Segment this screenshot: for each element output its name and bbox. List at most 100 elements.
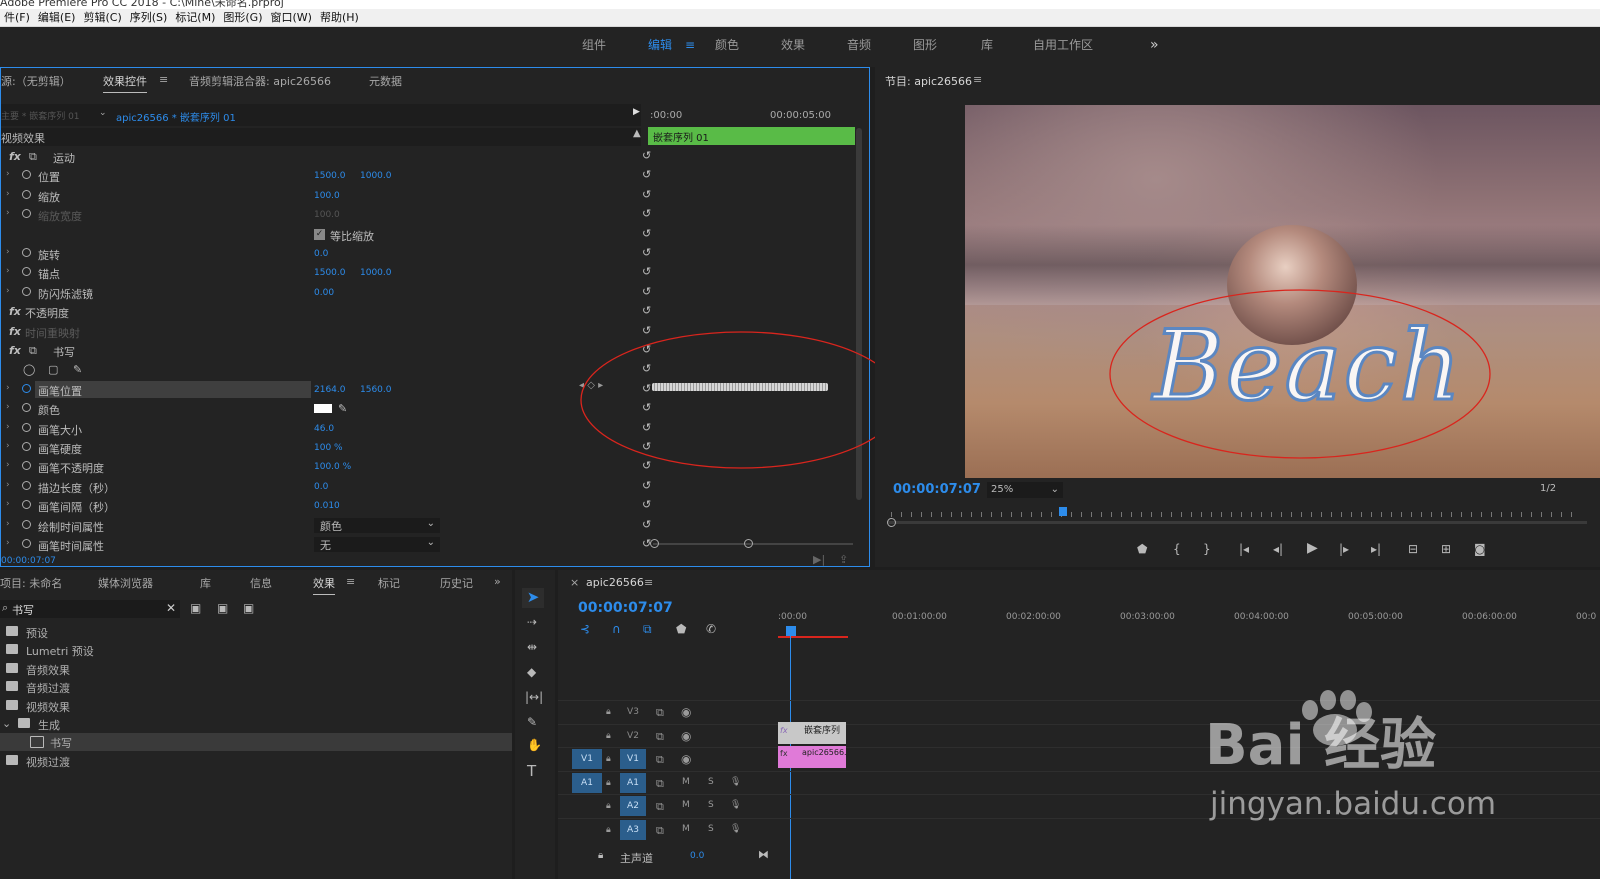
stopwatch-icon[interactable] xyxy=(22,286,31,296)
expand-icon[interactable]: › xyxy=(6,422,10,432)
stopwatch-icon[interactable] xyxy=(22,461,31,471)
effect-row[interactable]: › 画笔时间属性无 ⌄ ↺ xyxy=(1,535,651,555)
sync-lock-icon[interactable]: ⧉ xyxy=(656,730,664,744)
sequence-clip-label[interactable]: apic26566 * 嵌套序列 01 xyxy=(116,109,236,124)
reset-icon[interactable]: ↺ xyxy=(642,265,651,278)
project-tab[interactable]: 标记 xyxy=(378,575,400,591)
track-target-button[interactable]: A3 xyxy=(620,819,646,840)
pen-icon[interactable]: ✎ xyxy=(527,715,537,729)
workspace-tab[interactable]: 图形 xyxy=(913,27,937,63)
mute-button[interactable]: M xyxy=(682,824,690,834)
value-field[interactable]: 100.0 xyxy=(314,191,340,201)
menu-item[interactable]: 标记(M) xyxy=(171,9,219,27)
more-workspaces-icon[interactable]: » xyxy=(1150,27,1159,63)
expand-icon[interactable]: › xyxy=(6,519,10,529)
mic-icon[interactable]: 🎙︎ xyxy=(730,800,741,810)
snap-icon[interactable]: ∩ xyxy=(612,622,621,636)
effects-tree-item[interactable]: ⌄ 生成 xyxy=(0,715,512,733)
sync-lock-icon[interactable]: ⧉ xyxy=(656,753,664,767)
value-field[interactable]: 0.0 xyxy=(314,249,328,259)
lock-icon[interactable]: 🔒︎ xyxy=(606,731,611,741)
value-field[interactable]: 2164.0 xyxy=(314,385,346,395)
project-tab[interactable]: 项目: 未命名 xyxy=(0,575,62,591)
timeline-ruler[interactable]: :00:00 00:01:00:00 00:02:00:00 00:03:00:00 0… xyxy=(778,608,1600,638)
32bit-effects-icon[interactable]: ▣ xyxy=(217,601,228,615)
stopwatch-icon[interactable] xyxy=(22,170,31,180)
hand-icon[interactable]: ✋ xyxy=(527,738,542,752)
menu-item[interactable]: 剪辑(C) xyxy=(79,9,125,27)
clip-image[interactable]: fx apic26566.j xyxy=(778,746,849,768)
expand-icon[interactable]: › xyxy=(6,402,10,412)
eye-icon[interactable]: ◉ xyxy=(681,729,691,743)
workspace-tab[interactable]: 音频 xyxy=(847,27,871,63)
menu-item[interactable]: 序列(S) xyxy=(126,9,172,27)
razor-icon[interactable]: ◆ xyxy=(527,665,536,679)
project-tab[interactable]: 库 xyxy=(200,575,211,591)
effect-row[interactable]: › 画笔不透明度 100.0 % ↺ xyxy=(1,457,651,477)
value-field[interactable]: 1500.0 xyxy=(314,268,346,278)
lock-icon[interactable]: 🔒︎ xyxy=(606,825,611,835)
lift-icon[interactable]: ⊟ xyxy=(1408,542,1418,556)
expand-icon[interactable]: › xyxy=(6,169,10,179)
effect-row[interactable]: fx ⧉ 书写 ↺ xyxy=(1,341,651,361)
rect-mask-icon[interactable]: ▢ xyxy=(48,363,58,376)
expand-icon[interactable]: › xyxy=(6,499,10,509)
reset-icon[interactable]: ↺ xyxy=(642,227,651,240)
clip-nested-sequence[interactable]: fx 嵌套序列 xyxy=(778,722,846,744)
effect-row[interactable]: fx 时间重映射 ↺ xyxy=(1,322,651,342)
yuv-effects-icon[interactable]: ▣ xyxy=(243,601,254,615)
effect-row[interactable]: › 绘制时间属性 颜色 ⌄ ↺ xyxy=(1,516,651,536)
expand-icon[interactable]: › xyxy=(6,441,10,451)
stopwatch-icon[interactable] xyxy=(22,267,31,277)
stopwatch-icon[interactable] xyxy=(22,383,31,393)
stopwatch-icon[interactable] xyxy=(22,500,31,510)
preview-image[interactable]: Beach xyxy=(965,105,1600,478)
playhead-icon[interactable] xyxy=(1059,507,1067,516)
uniform-scale-checkbox[interactable]: ✓ xyxy=(314,228,325,240)
mute-button[interactable]: M xyxy=(682,777,690,787)
reset-icon[interactable]: ↺ xyxy=(642,498,651,511)
value-field[interactable]: 0.00 xyxy=(314,288,334,298)
effects-tree-item[interactable]: 音频效果 xyxy=(0,660,512,678)
program-scrubber[interactable] xyxy=(887,507,1587,527)
effect-row[interactable]: › 画笔位置 2164.0 1560.0 ↺ xyxy=(1,380,651,400)
effects-tree-item[interactable]: 视频效果 xyxy=(0,697,512,715)
step-back-icon[interactable]: ◂| xyxy=(1273,542,1283,556)
nest-toggle-icon[interactable]: ⊰ xyxy=(580,622,590,636)
extract-icon[interactable]: ⊞ xyxy=(1441,542,1451,556)
effect-row[interactable]: › 颜色 ✎ ↺ xyxy=(1,399,651,419)
expand-icon[interactable]: › xyxy=(6,208,10,218)
effects-tree-item[interactable]: Lumetri 预设 xyxy=(0,641,512,659)
play-only-audio-icon[interactable]: ▶ xyxy=(633,107,640,117)
lock-icon[interactable]: 🔒︎ xyxy=(606,707,611,717)
value-field[interactable]: 1000.0 xyxy=(360,268,392,278)
track-target-button[interactable]: V2 xyxy=(620,726,646,746)
reset-icon[interactable]: ↺ xyxy=(642,188,651,201)
value-field[interactable]: 100.0 % xyxy=(314,462,351,472)
panel-menu-icon[interactable]: ≡ xyxy=(644,576,653,589)
reset-icon[interactable]: ↺ xyxy=(642,518,651,531)
effect-row[interactable]: fx ⧉ 运动 ↺ xyxy=(1,147,651,167)
go-to-in-icon[interactable]: |◂ xyxy=(1239,542,1249,556)
tab-metadata[interactable]: 元数据 xyxy=(369,73,402,89)
panel-menu-icon[interactable]: ≡ xyxy=(973,73,982,86)
play-icon[interactable]: ▶ xyxy=(1307,540,1318,556)
lock-icon[interactable]: 🔒︎ xyxy=(606,778,611,788)
ripple-edit-icon[interactable]: ⇹ xyxy=(527,640,537,654)
effect-row[interactable]: fx 不透明度 ↺ xyxy=(1,302,651,322)
effects-tree-item[interactable]: 视频过渡 xyxy=(0,752,512,770)
tab-source[interactable]: 源:（无剪辑） xyxy=(1,73,71,89)
reset-icon[interactable]: ↺ xyxy=(642,168,651,181)
effects-tree-item[interactable]: 书写 xyxy=(0,733,512,752)
tab-effect-controls[interactable]: 效果控件 xyxy=(103,73,147,93)
track-target-button[interactable]: V1 xyxy=(620,749,646,769)
effect-row[interactable]: › 画笔间隔（秒） 0.010 ↺ xyxy=(1,496,651,516)
share-icon[interactable]: ⇪ xyxy=(839,553,848,566)
workspace-tab[interactable]: 效果 xyxy=(781,27,805,63)
linked-selection-icon[interactable]: ⧉ xyxy=(643,622,652,637)
stopwatch-icon[interactable] xyxy=(22,209,31,219)
reset-icon[interactable]: ↺ xyxy=(642,246,651,259)
track-select-icon[interactable]: ⇢ xyxy=(527,615,537,629)
property-select[interactable]: 无 ⌄ xyxy=(314,537,440,552)
project-tab[interactable]: 媒体浏览器 xyxy=(98,575,153,591)
